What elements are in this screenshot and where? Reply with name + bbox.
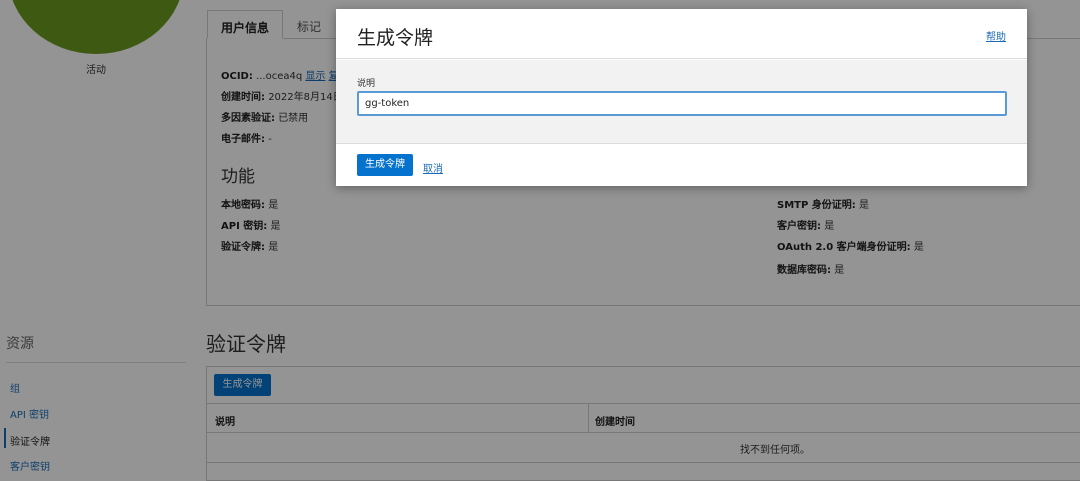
cancel-link[interactable]: 取消 — [423, 160, 443, 175]
dialog-body: 说明 — [336, 60, 1027, 144]
dialog-header: 生成令牌 帮助 — [336, 9, 1027, 59]
dialog-footer: 生成令牌 取消 — [336, 145, 1027, 186]
generate-token-dialog: 生成令牌 帮助 说明 生成令牌 取消 — [336, 9, 1027, 186]
help-link[interactable]: 帮助 — [986, 28, 1006, 43]
dialog-title: 生成令牌 — [357, 27, 434, 49]
description-input[interactable] — [357, 91, 1007, 116]
description-label: 说明 — [357, 79, 376, 89]
confirm-generate-button[interactable]: 生成令牌 — [357, 154, 413, 176]
